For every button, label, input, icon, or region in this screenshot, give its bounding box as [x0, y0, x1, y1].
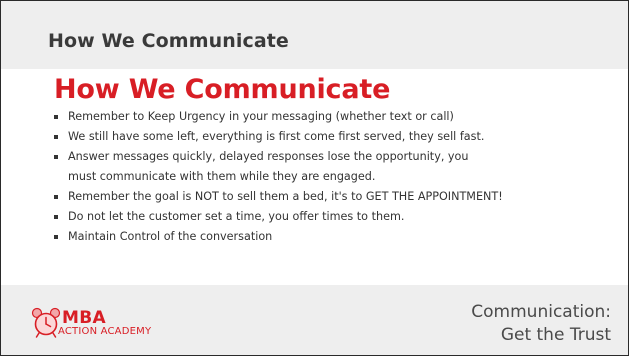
footer-caption-line1: Communication: — [471, 302, 611, 322]
logo-name: MBA — [62, 308, 106, 328]
logo: MBA ACTION ACADEMY — [31, 307, 171, 341]
footer-caption-line2: Get the Trust — [500, 325, 611, 345]
bullet-item: Answer messages quickly, delayed respons… — [52, 147, 617, 167]
bullet-item: Remember to Keep Urgency in your messagi… — [52, 107, 617, 127]
header-title: How We Communicate — [48, 30, 289, 52]
page-title: How We Communicate — [54, 74, 391, 105]
bullet-list: Remember to Keep Urgency in your messagi… — [52, 107, 617, 247]
bullet-item-continuation: must communicate with them while they ar… — [68, 170, 376, 183]
logo-subtitle: ACTION ACADEMY — [58, 326, 152, 337]
alarm-clock-icon — [31, 307, 61, 338]
footer-caption: Communication: Get the Trust — [471, 301, 611, 347]
bullet-item: Do not let the customer set a time, you … — [52, 207, 617, 227]
slide: How We Communicate How We Communicate Re… — [0, 0, 629, 356]
bullet-item: Maintain Control of the conversation — [52, 227, 617, 247]
bullet-item: We still have some left, everything is f… — [52, 127, 617, 147]
header-band: How We Communicate — [1, 1, 628, 69]
bullet-item: Remember the goal is NOT to sell them a … — [52, 187, 617, 207]
